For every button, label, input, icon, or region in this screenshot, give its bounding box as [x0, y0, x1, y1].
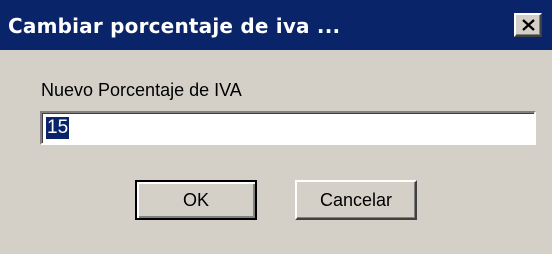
dialog-window: Cambiar porcentaje de iva ... Nuevo Porc…: [0, 0, 552, 254]
ok-button[interactable]: OK: [135, 180, 257, 220]
iva-label: Nuevo Porcentaje de IVA: [41, 80, 242, 100]
iva-input[interactable]: 15: [40, 111, 536, 145]
close-button[interactable]: [514, 13, 542, 37]
iva-input-value[interactable]: 15: [46, 117, 70, 139]
title-bar[interactable]: Cambiar porcentaje de iva ...: [0, 0, 552, 50]
dialog-title: Cambiar porcentaje de iva ...: [8, 14, 341, 38]
cancel-button[interactable]: Cancelar: [295, 180, 417, 220]
close-icon: [522, 19, 535, 31]
